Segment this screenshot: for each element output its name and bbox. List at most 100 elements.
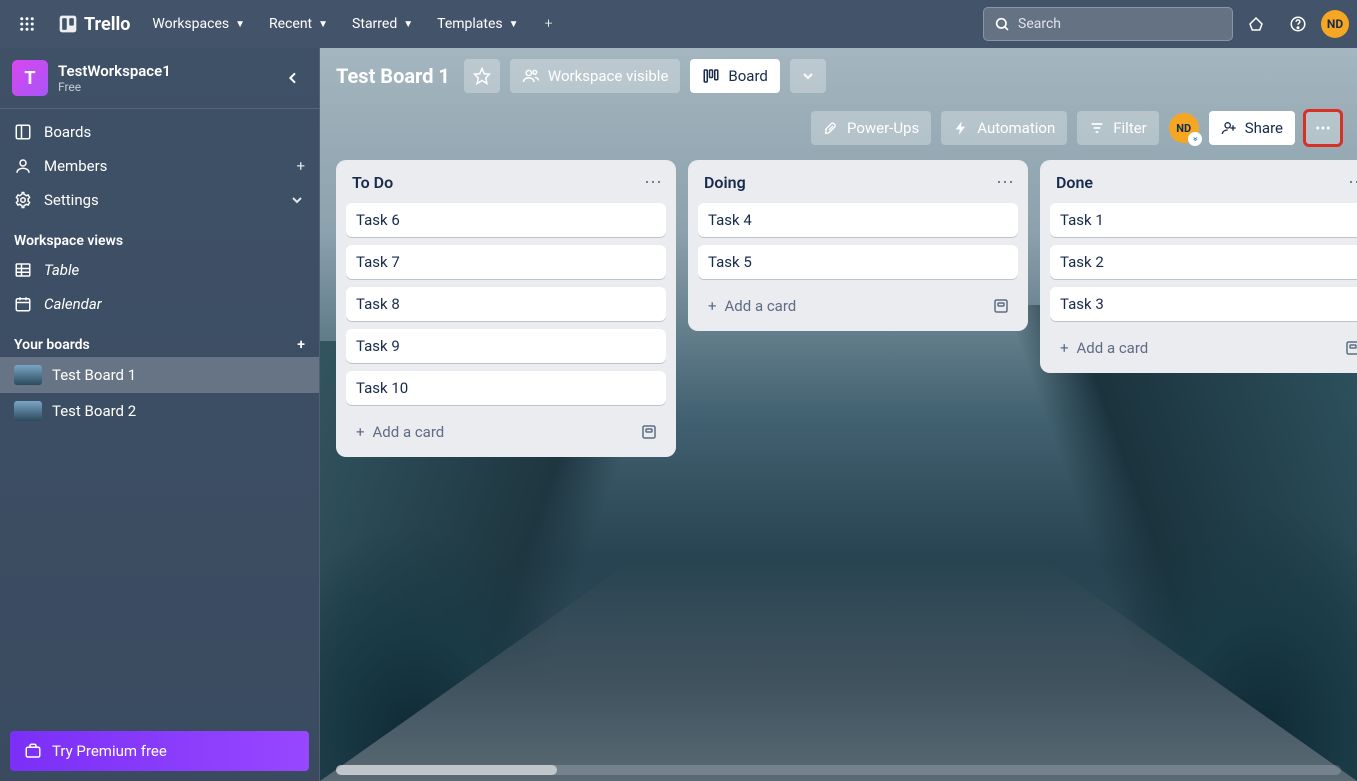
boards-icon (14, 123, 32, 141)
workspace-tile: T (12, 60, 48, 96)
nav-recent[interactable]: Recent▼ (259, 8, 338, 40)
list: Doing ⋯ Task 4 Task 5 +Add a card (688, 160, 1028, 331)
star-icon (473, 67, 491, 85)
card[interactable]: Task 8 (346, 287, 666, 321)
notifications-button[interactable] (1237, 8, 1275, 40)
scrollbar-thumb[interactable] (336, 765, 557, 775)
board-view-button[interactable]: Board (690, 59, 779, 93)
sidebar-collapse-button[interactable] (279, 64, 307, 92)
sidebar: T TestWorkspace1 Free Boards Members + S… (0, 48, 320, 781)
chevron-down-icon: ▼ (509, 19, 519, 30)
card[interactable]: Task 1 (1050, 203, 1357, 237)
board-subheader: Power-Ups Automation Filter ND Share (320, 104, 1357, 152)
list-header: Doing ⋯ (698, 170, 1018, 195)
list-menu-button[interactable]: ⋯ (992, 170, 1018, 195)
card[interactable]: Task 10 (346, 371, 666, 405)
card-template-button[interactable] (1340, 335, 1357, 361)
board-view-icon (702, 67, 720, 85)
list-menu-button[interactable]: ⋯ (640, 170, 666, 195)
card[interactable]: Task 9 (346, 329, 666, 363)
plus-icon: + (356, 423, 365, 441)
board-name: Test Board 1 (52, 366, 136, 384)
sidebar-label: Settings (44, 191, 99, 209)
card[interactable]: Task 7 (346, 245, 666, 279)
add-card-button[interactable]: + Add a card (350, 417, 628, 447)
people-icon (522, 67, 540, 85)
list-title[interactable]: Done (1050, 171, 1099, 194)
sidebar-label: Boards (44, 123, 91, 141)
members-icon (14, 157, 32, 175)
calendar-icon (14, 295, 32, 313)
board-view-label: Board (728, 67, 767, 85)
trello-logo[interactable]: Trello (50, 14, 138, 35)
nav-starred[interactable]: Starred▼ (342, 8, 423, 40)
board-member-avatar[interactable]: ND (1169, 113, 1199, 143)
plus-icon: + (1060, 339, 1069, 357)
sidebar-label: Table (44, 261, 79, 279)
sidebar-board-item[interactable]: Test Board 2 (0, 393, 319, 429)
horizontal-scrollbar[interactable] (336, 765, 1341, 775)
logo-text: Trello (84, 14, 130, 35)
bolt-icon (953, 120, 969, 136)
sidebar-item-boards[interactable]: Boards (0, 115, 319, 149)
search-input[interactable] (1018, 16, 1222, 32)
automation-button[interactable]: Automation (941, 111, 1067, 145)
help-button[interactable] (1279, 8, 1317, 40)
sidebar-view-calendar[interactable]: Calendar (0, 287, 319, 321)
search-box[interactable] (983, 7, 1233, 41)
list-title[interactable]: Doing (698, 171, 752, 194)
board-thumbnail (14, 365, 42, 385)
power-ups-button[interactable]: Power-Ups (811, 111, 931, 145)
list-menu-button[interactable]: ⋯ (1344, 170, 1357, 195)
add-card-button[interactable]: +Add a card (702, 291, 980, 321)
board-title[interactable]: Test Board 1 (336, 64, 454, 88)
card-template-button[interactable] (988, 293, 1014, 319)
template-icon (640, 423, 658, 441)
add-member-button[interactable]: + (296, 157, 305, 175)
visibility-button[interactable]: Workspace visible (510, 59, 681, 93)
add-card-row: +Add a card (1050, 329, 1357, 363)
visibility-label: Workspace visible (548, 67, 669, 85)
add-card-row: +Add a card (698, 287, 1018, 321)
sidebar-item-settings[interactable]: Settings (0, 183, 319, 217)
chevron-down-icon: ▼ (318, 19, 328, 30)
card[interactable]: Task 2 (1050, 245, 1357, 279)
try-premium-button[interactable]: Try Premium free (10, 731, 309, 771)
view-switcher-more-button[interactable] (790, 59, 826, 93)
sidebar-board-item[interactable]: Test Board 1 (0, 357, 319, 393)
add-card-button[interactable]: +Add a card (1054, 333, 1332, 363)
sidebar-view-table[interactable]: Table (0, 253, 319, 287)
card[interactable]: Task 3 (1050, 287, 1357, 321)
gear-icon (14, 191, 32, 209)
template-icon (992, 297, 1010, 315)
user-avatar[interactable]: ND (1321, 10, 1349, 38)
add-card-label: Add a card (373, 423, 445, 441)
nav-templates[interactable]: Templates▼ (427, 8, 528, 40)
add-card-label: Add a card (725, 297, 797, 315)
star-board-button[interactable] (464, 59, 500, 93)
card[interactable]: Task 5 (698, 245, 1018, 279)
premium-bar: Try Premium free (0, 721, 319, 781)
more-horizontal-icon (1314, 119, 1332, 137)
sidebar-label: Calendar (44, 295, 102, 313)
sidebar-item-members[interactable]: Members + (0, 149, 319, 183)
filter-button[interactable]: Filter (1077, 111, 1159, 145)
card-template-button[interactable] (636, 419, 662, 445)
list-header: Done ⋯ (1050, 170, 1357, 195)
workspace-plan: Free (58, 80, 171, 94)
workspace-views-heading: Workspace views (0, 217, 319, 253)
sidebar-label: Members (44, 157, 107, 175)
list-title[interactable]: To Do (346, 171, 399, 194)
trello-logo-icon (58, 14, 78, 34)
share-button[interactable]: Share (1209, 111, 1295, 145)
help-icon (1289, 15, 1307, 33)
chevron-left-icon (285, 70, 301, 86)
board-menu-button[interactable] (1305, 111, 1341, 145)
card[interactable]: Task 4 (698, 203, 1018, 237)
board-area: Test Board 1 Workspace visible Board Pow… (320, 48, 1357, 781)
card[interactable]: Task 6 (346, 203, 666, 237)
nav-workspaces[interactable]: Workspaces▼ (142, 8, 255, 40)
create-button[interactable]: + (533, 8, 565, 40)
add-board-button[interactable]: + (297, 337, 305, 353)
apps-menu-button[interactable] (8, 8, 46, 40)
